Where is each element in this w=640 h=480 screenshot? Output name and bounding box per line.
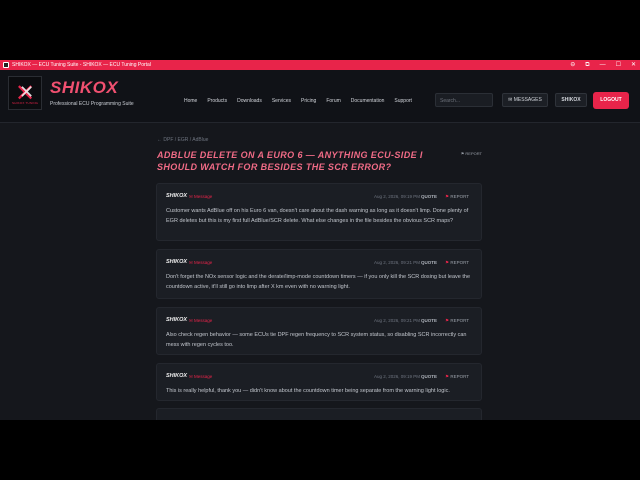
breadcrumb[interactable]: ← DPF / EGR / AdBlue: [157, 137, 208, 143]
post-date: Aug 2, 2026, 09:21 PM: [373, 260, 420, 265]
nav-products[interactable]: Products: [207, 98, 227, 104]
post-body: This is really helpful, thank you — didn…: [166, 388, 450, 394]
quote-button[interactable]: QUOTE: [421, 259, 437, 266]
minimize-icon[interactable]: —: [600, 60, 606, 70]
brand-subtitle: Professional ECU Programming Suite: [50, 101, 134, 107]
post-body: Don't forget the NOx sensor logic and th…: [166, 274, 471, 290]
quote-button[interactable]: QUOTE: [421, 193, 437, 200]
message-link[interactable]: ✉ Message: [189, 373, 212, 380]
nav-downloads[interactable]: Downloads: [237, 98, 262, 104]
thread-report-button[interactable]: ⚑ REPORT: [452, 149, 482, 158]
nav-support[interactable]: Support: [394, 98, 412, 104]
user-button[interactable]: SHIKOX: [555, 93, 587, 107]
report-button[interactable]: REPORT: [445, 317, 469, 324]
post-date: Aug 2, 2026, 09:19 PM: [373, 374, 420, 379]
nav-forum[interactable]: Forum: [326, 98, 340, 104]
post: SHIKOX ✉ Message Aug 2, 2026, 09:19 PM Q…: [156, 183, 482, 241]
post-body: Customer wants AdBlue off on his Euro 6 …: [166, 208, 469, 224]
report-button[interactable]: REPORT: [445, 193, 469, 200]
post-header: SHIKOX ✉ Message Aug 2, 2026, 09:21 PM Q…: [166, 317, 472, 325]
quote-button[interactable]: QUOTE: [421, 373, 437, 380]
title-bar: SHIKOX — ECU Tuning Suite - SHIKOX — ECU…: [0, 60, 640, 70]
logo-text: SHIKOX TUNING: [12, 101, 39, 105]
post-header: SHIKOX ✉ Message Aug 2, 2026, 09:21 PM Q…: [166, 259, 472, 267]
maximize-icon[interactable]: ☐: [616, 60, 621, 70]
post-author[interactable]: SHIKOX: [166, 317, 187, 323]
nav-home[interactable]: Home: [184, 98, 197, 104]
logout-button[interactable]: LOGOUT: [593, 92, 629, 109]
extensions-icon[interactable]: ⊖: [570, 60, 575, 70]
main-nav: Home Products Downloads Services Pricing…: [184, 98, 412, 104]
messages-button[interactable]: ✉ MESSAGES: [502, 93, 548, 107]
search-input[interactable]: Search...: [435, 93, 493, 107]
message-link[interactable]: ✉ Message: [189, 317, 212, 324]
post: SHIKOX ✉ Message Aug 2, 2026, 09:21 PM Q…: [156, 249, 482, 299]
brand-name[interactable]: SHIKOX: [50, 78, 118, 98]
thread-title: AdBlue delete on a Euro 6 — anything ECU…: [157, 150, 423, 172]
window-controls: ⊖ ⧉ — ☐ ✕: [570, 60, 636, 70]
restore-icon[interactable]: ⧉: [585, 60, 589, 70]
post-author[interactable]: SHIKOX: [166, 193, 187, 199]
post-header: SHIKOX ✉ Message Aug 2, 2026, 09:19 PM Q…: [166, 373, 472, 381]
post-date: Aug 2, 2026, 09:21 PM: [373, 318, 420, 323]
nav-pricing[interactable]: Pricing: [301, 98, 316, 104]
report-button[interactable]: REPORT: [445, 373, 469, 380]
logo[interactable]: ✕ ✕ SHIKOX TUNING: [8, 76, 42, 110]
post-date: Aug 2, 2026, 09:19 PM: [373, 194, 420, 199]
browser-window: SHIKOX — ECU Tuning Suite - SHIKOX — ECU…: [0, 60, 640, 420]
video-frame: SHIKOX — ECU Tuning Suite - SHIKOX — ECU…: [0, 0, 640, 480]
close-icon[interactable]: ✕: [631, 60, 636, 70]
report-button[interactable]: REPORT: [445, 259, 469, 266]
site-header: ✕ ✕ SHIKOX TUNING SHIKOX Professional EC…: [0, 70, 640, 123]
message-link[interactable]: ✉ Message: [189, 259, 212, 266]
post-partial: [156, 408, 482, 420]
window-title: SHIKOX — ECU Tuning Suite - SHIKOX — ECU…: [12, 62, 151, 68]
quote-button[interactable]: QUOTE: [421, 317, 437, 324]
post-author[interactable]: SHIKOX: [166, 373, 187, 379]
post-body: Also check regen behavior — some ECUs ti…: [166, 332, 467, 348]
nav-documentation[interactable]: Documentation: [351, 98, 385, 104]
logo-x-white-icon: ✕: [19, 82, 35, 103]
message-link[interactable]: ✉ Message: [189, 193, 212, 200]
post-author[interactable]: SHIKOX: [166, 259, 187, 265]
post-header: SHIKOX ✉ Message Aug 2, 2026, 09:19 PM Q…: [166, 193, 472, 201]
post: SHIKOX ✉ Message Aug 2, 2026, 09:21 PM Q…: [156, 307, 482, 355]
post: SHIKOX ✉ Message Aug 2, 2026, 09:19 PM Q…: [156, 363, 482, 401]
nav-services[interactable]: Services: [272, 98, 291, 104]
app-icon: [3, 62, 9, 68]
